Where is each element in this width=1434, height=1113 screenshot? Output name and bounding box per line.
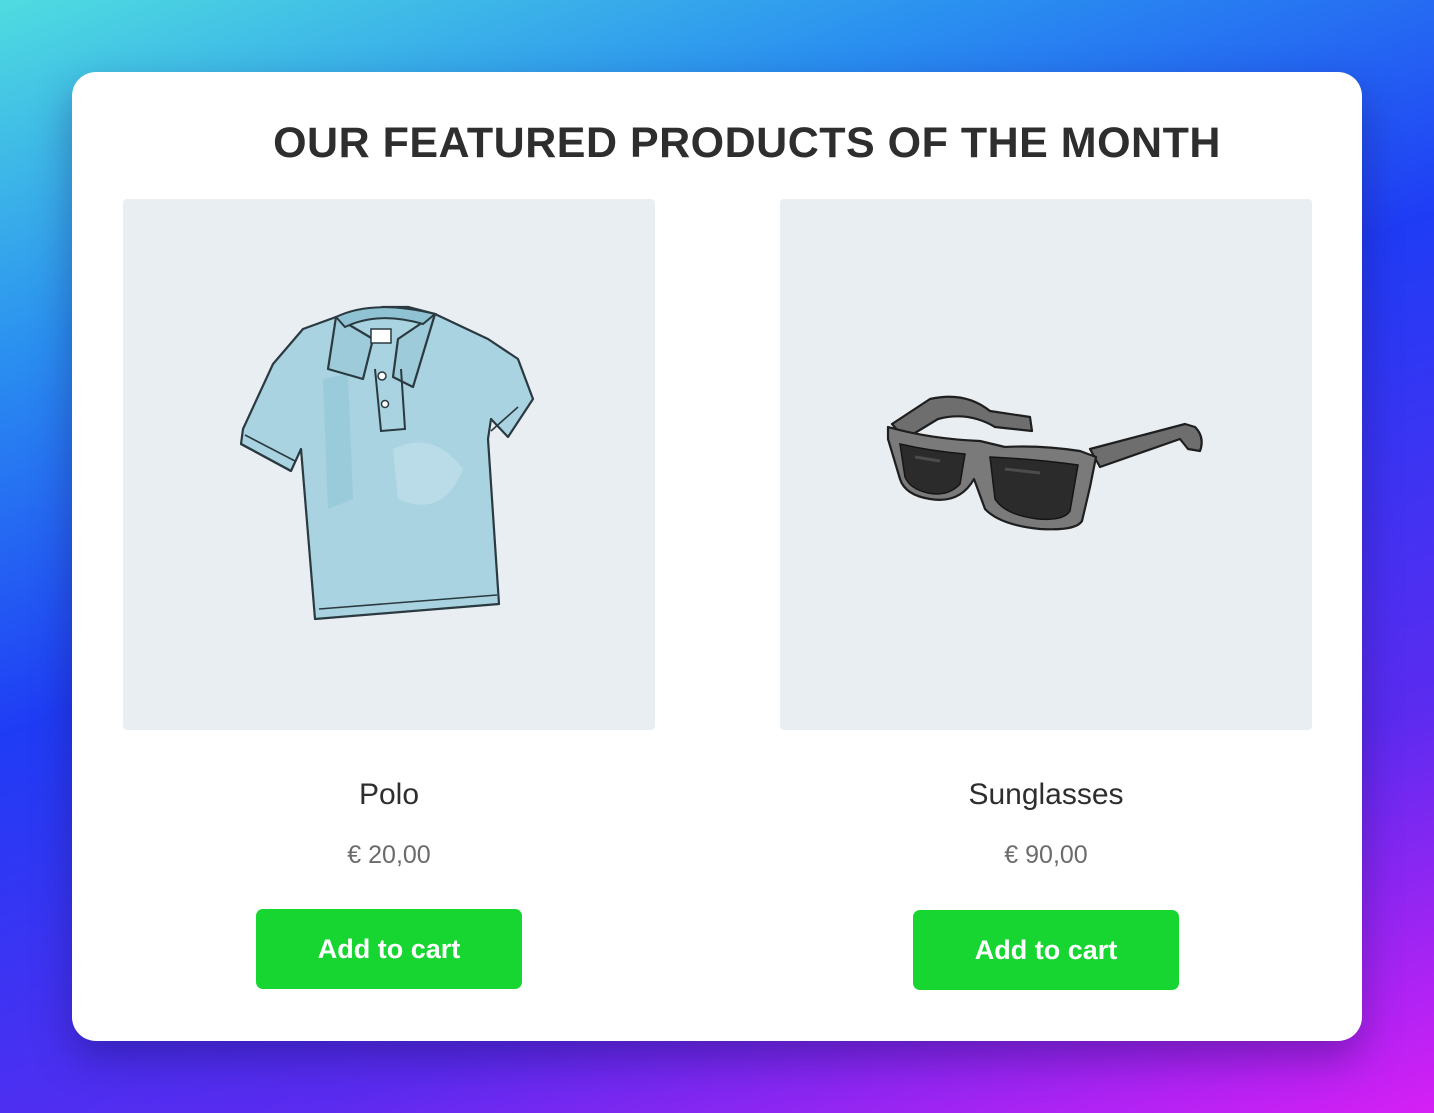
page-title: OUR FEATURED PRODUCTS OF THE MONTH (273, 119, 1221, 167)
product-price: € 20,00 (347, 841, 431, 869)
product-name[interactable]: Polo (123, 777, 655, 813)
product-card-polo: Polo € 20,00 Add to cart (123, 199, 655, 989)
product-card-sunglasses: Sunglasses € 90,00 Add to cart (780, 199, 1312, 990)
add-to-cart-button-polo[interactable]: Add to cart (256, 909, 522, 989)
product-price: € 90,00 (1004, 841, 1088, 869)
sunglasses-icon (886, 395, 1203, 531)
add-to-cart-button-sunglasses[interactable]: Add to cart (913, 910, 1179, 990)
product-image-sunglasses[interactable] (780, 199, 1312, 730)
featured-products-card: OUR FEATURED PRODUCTS OF THE MONTH Polo … (72, 72, 1362, 1041)
product-image-polo[interactable] (123, 199, 655, 730)
product-name[interactable]: Sunglasses (780, 777, 1312, 813)
polo-shirt-icon (239, 305, 535, 621)
